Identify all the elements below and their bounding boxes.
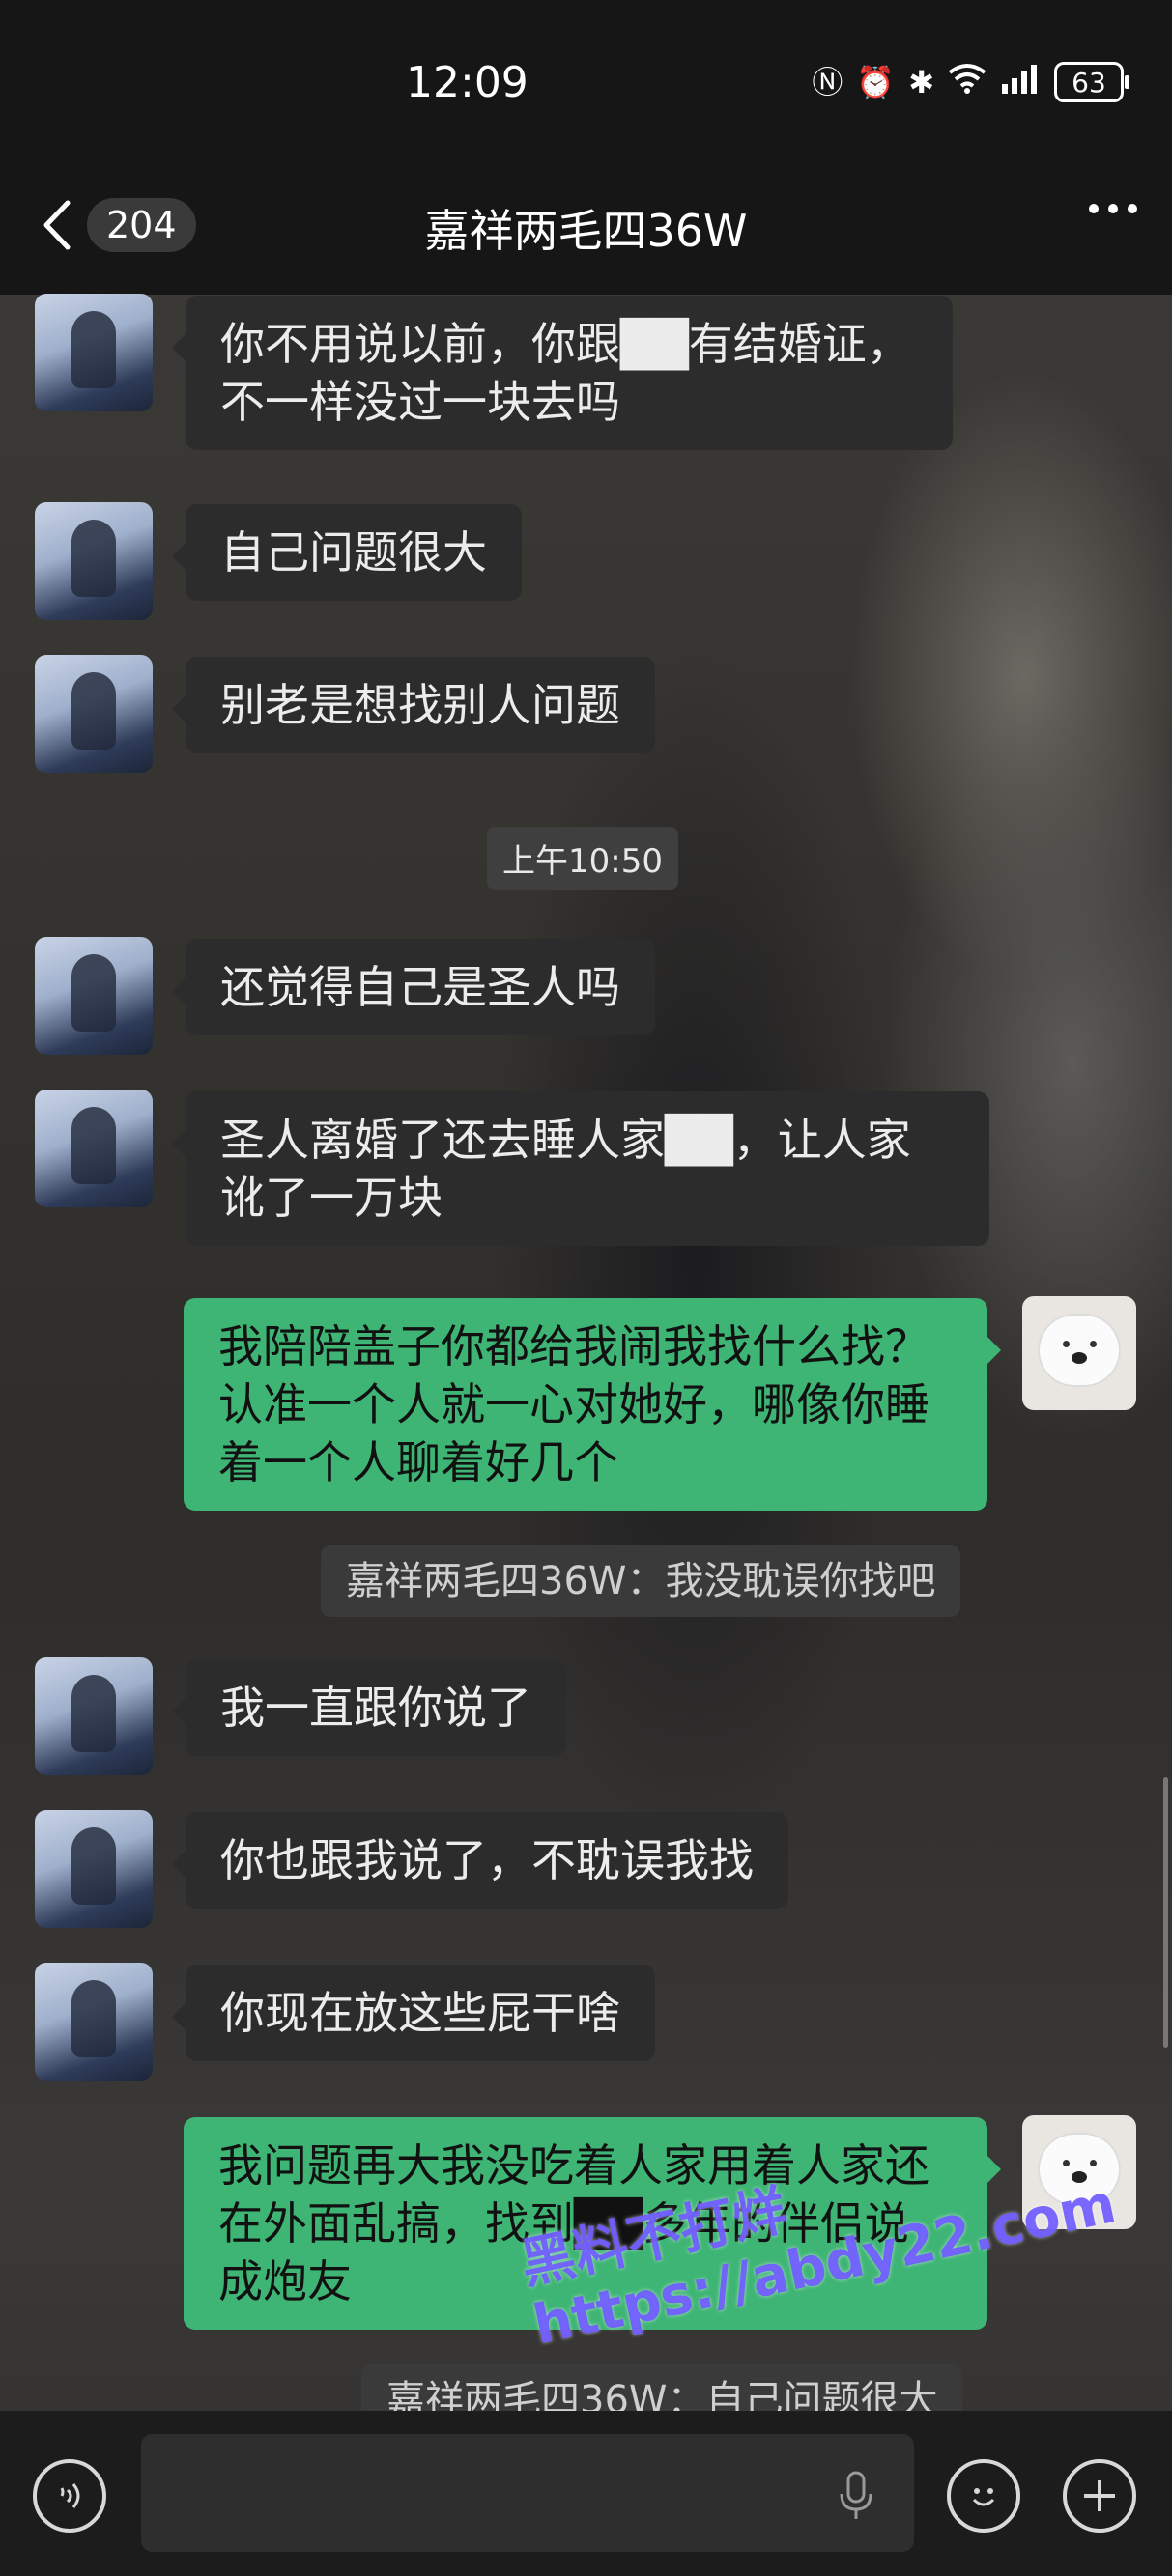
message-bubble-incoming[interactable]: 别老是想找别人问题 xyxy=(172,657,655,753)
contact-avatar[interactable] xyxy=(35,1810,153,1928)
contact-avatar[interactable] xyxy=(35,1963,153,2081)
signal-5g-icon xyxy=(1000,63,1041,102)
contact-avatar[interactable] xyxy=(35,937,153,1055)
mic-icon[interactable] xyxy=(837,2471,875,2525)
message-bubble-incoming[interactable]: 你也跟我说了，不耽误我找 xyxy=(172,1812,788,1909)
chat-title: 嘉祥两毛四36W xyxy=(424,205,748,257)
message-bubble-incoming[interactable]: 你不用说以前，你跟██有结婚证，不一样没过一块去吗 xyxy=(172,296,953,450)
status-time: 12:09 xyxy=(406,58,529,107)
message-bubble-outgoing[interactable]: 我陪陪盖子你都给我闹我找什么找？认准一个人就一心对她好，哪像你睡着一个人聊着好几… xyxy=(184,1298,1001,1511)
bluetooth-icon: ✱ xyxy=(908,64,934,100)
emoji-icon[interactable] xyxy=(947,2459,1020,2533)
contact-avatar[interactable] xyxy=(35,294,153,411)
contact-avatar[interactable] xyxy=(35,655,153,773)
message-input[interactable] xyxy=(141,2434,914,2552)
message-bubble-incoming[interactable]: 我一直跟你说了 xyxy=(172,1659,566,1756)
contact-avatar[interactable] xyxy=(35,502,153,620)
nfc-icon: Ⓝ xyxy=(812,64,843,100)
message-bubble-incoming[interactable]: 自己问题很大 xyxy=(172,504,522,601)
add-icon[interactable] xyxy=(1063,2459,1136,2533)
chat-header: 204 嘉祥两毛四36W xyxy=(0,169,1172,295)
message-timestamp: 上午10:50 xyxy=(487,827,678,890)
dot-icon xyxy=(1089,204,1099,213)
wifi-icon xyxy=(948,63,986,102)
status-bar: 12:09 Ⓝ ⏰ ✱ 63 xyxy=(0,0,1172,169)
more-options-button[interactable] xyxy=(1089,204,1137,213)
status-icons: Ⓝ ⏰ ✱ 63 xyxy=(812,62,1129,102)
message-bubble-incoming[interactable]: 圣人离婚了还去睡人家██，让人家讹了一万块 xyxy=(172,1091,989,1246)
battery-indicator: 63 xyxy=(1054,62,1129,102)
message-bubble-incoming[interactable]: 你现在放这些屁干啥 xyxy=(172,1965,655,2061)
contact-avatar[interactable] xyxy=(35,1090,153,1207)
quoted-reply[interactable]: 嘉祥两毛四36W：我没耽误你找吧 xyxy=(321,1545,961,1617)
my-avatar[interactable] xyxy=(1022,1296,1136,1410)
scrollbar[interactable] xyxy=(1163,1777,1168,2048)
contact-avatar[interactable] xyxy=(35,1657,153,1775)
message-bubble-incoming[interactable]: 还觉得自己是圣人吗 xyxy=(172,939,655,1035)
alarm-icon: ⏰ xyxy=(856,64,896,100)
dot-icon xyxy=(1108,204,1118,213)
dot-icon xyxy=(1128,204,1137,213)
voice-icon[interactable] xyxy=(33,2459,106,2533)
dog-avatar-icon xyxy=(1038,1314,1121,1387)
